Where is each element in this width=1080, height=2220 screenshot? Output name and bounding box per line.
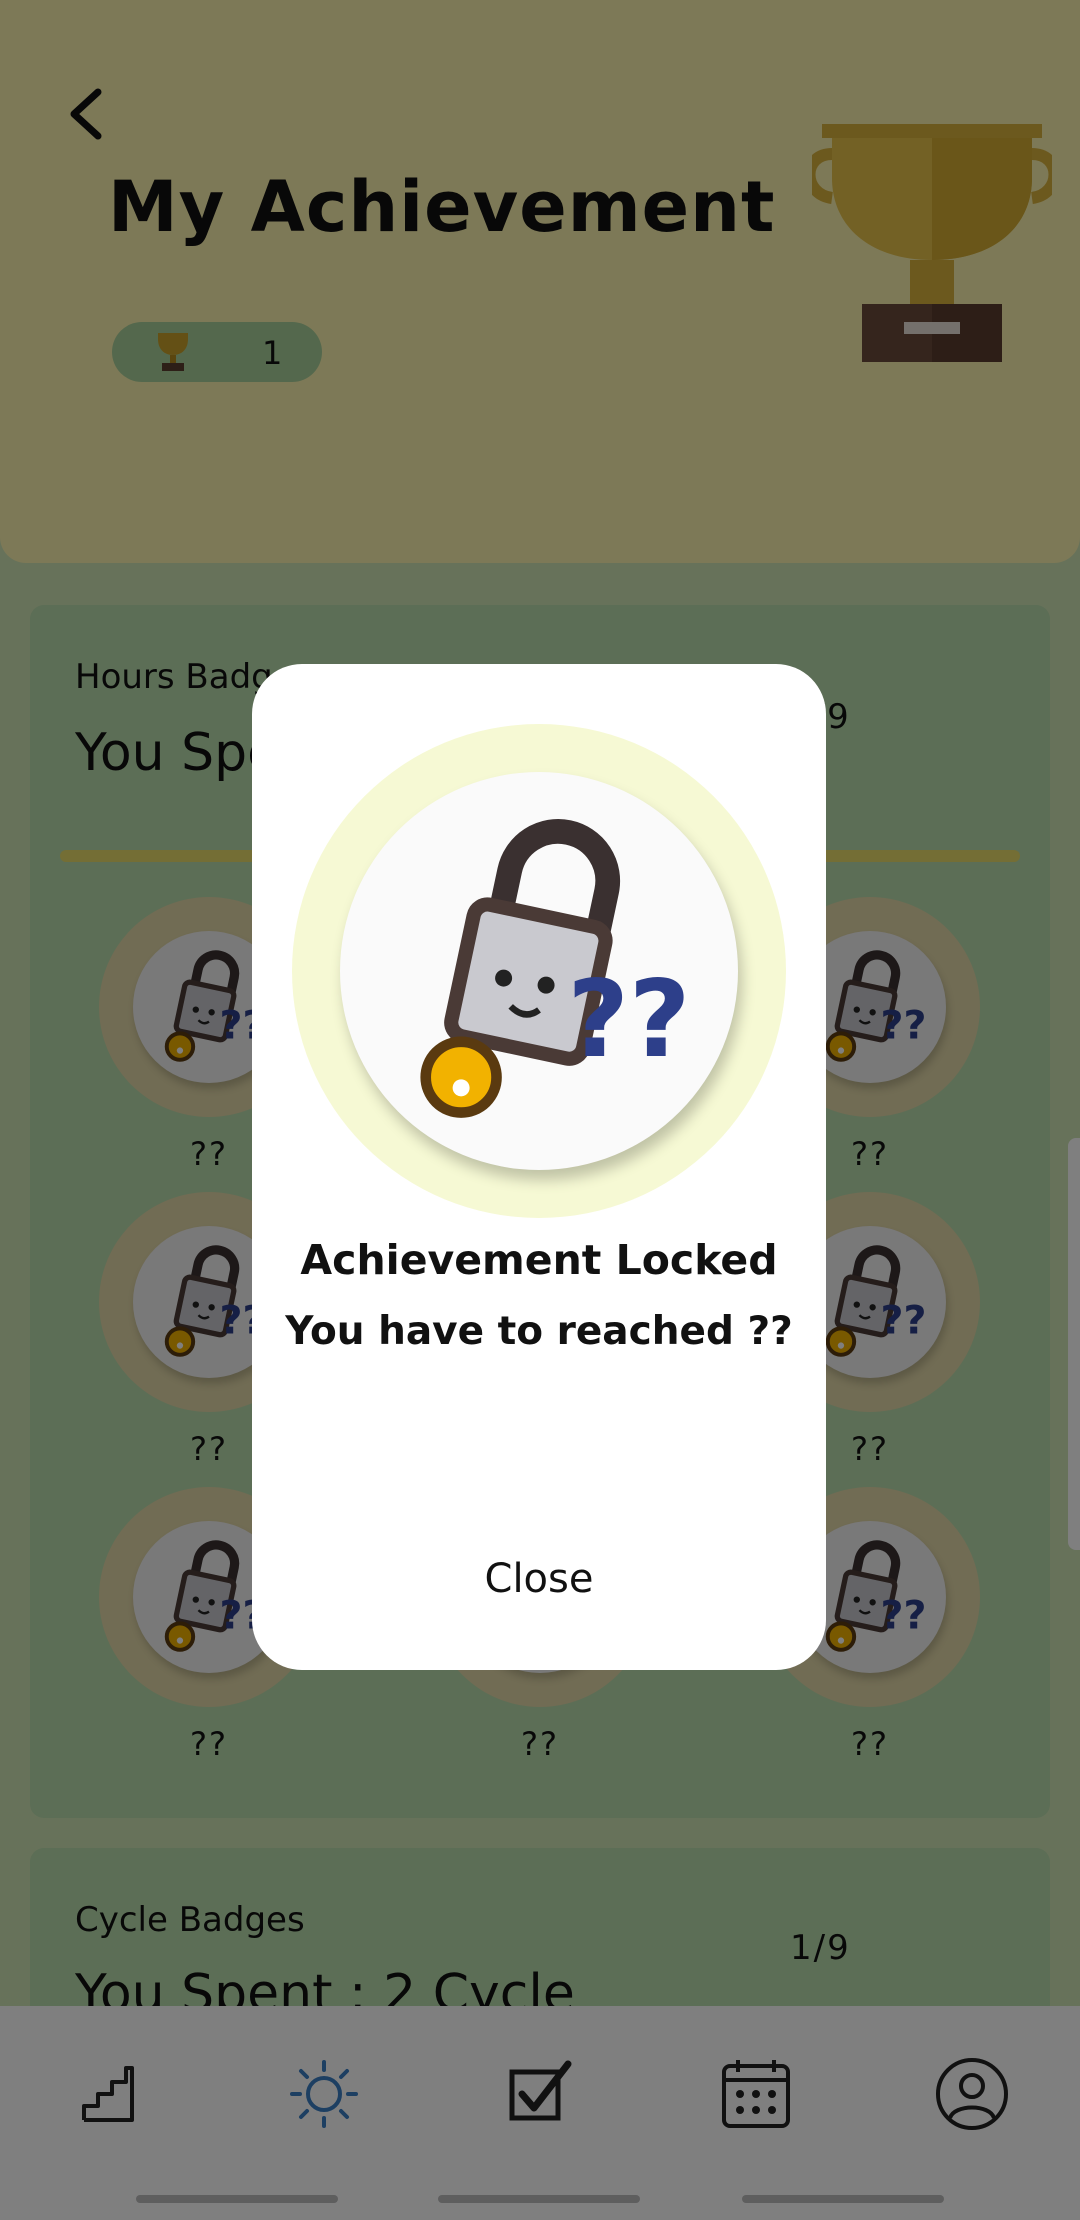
dialog-title: Achievement Locked xyxy=(300,1236,778,1284)
close-button[interactable]: Close xyxy=(439,1544,639,1614)
locked-badge-icon xyxy=(362,794,716,1148)
achievement-dialog: Achievement Locked You have to reached ?… xyxy=(252,664,826,1670)
dialog-message: You have to reached ?? xyxy=(285,1309,793,1354)
